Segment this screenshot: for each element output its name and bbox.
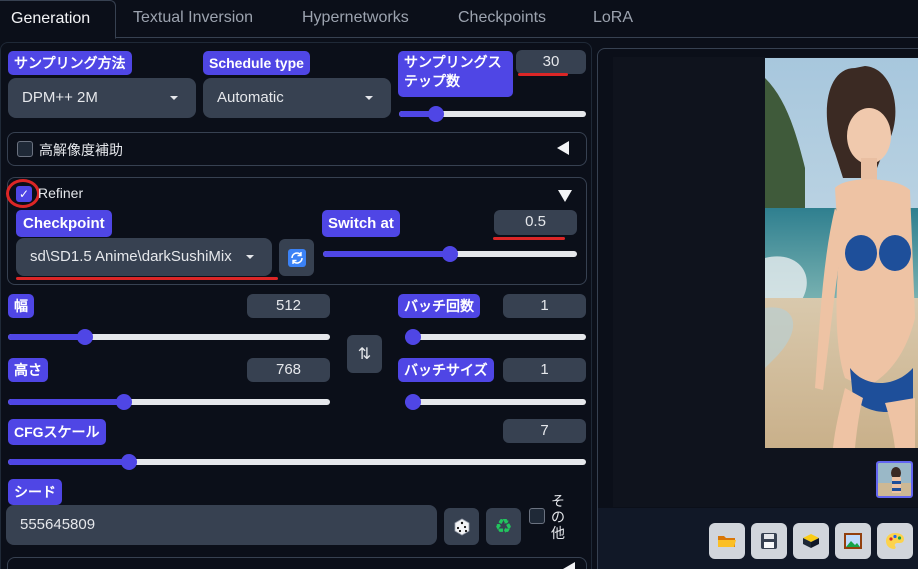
save-icon (761, 533, 777, 549)
palette-icon (886, 533, 904, 549)
collapse-left-icon[interactable] (563, 562, 575, 569)
swap-dimensions-button[interactable]: ⇅ (347, 335, 382, 373)
app-root: Generation Textual Inversion Hypernetwor… (0, 0, 918, 569)
height-label: 高さ (8, 358, 48, 382)
batch-count-slider[interactable] (405, 329, 586, 345)
checkpoint-value: sd\SD1.5 Anime\darkSushiMix (30, 248, 232, 265)
chevron-down-icon (170, 96, 178, 100)
annotation-underline (518, 73, 568, 76)
schedule-type-dropdown[interactable]: Automatic (203, 78, 391, 118)
batch-size-input[interactable]: 1 (503, 358, 586, 382)
switch-at-slider[interactable] (323, 246, 577, 262)
cfg-scale-input[interactable]: 7 (503, 419, 586, 443)
sampling-method-label: サンプリング方法 (8, 51, 132, 75)
annotation-circle (6, 179, 40, 208)
scripts-panel (7, 557, 587, 569)
cfg-scale-label: CFGスケール (8, 419, 106, 445)
refresh-icon (287, 248, 306, 267)
random-seed-button[interactable] (444, 508, 479, 545)
send-to-img2img-button[interactable] (835, 523, 871, 559)
seed-input[interactable]: 555645809 (6, 505, 437, 545)
open-folder-button[interactable] (709, 523, 745, 559)
send-to-inpaint-button[interactable] (877, 523, 913, 559)
hires-fix-checkbox[interactable] (17, 141, 33, 157)
swap-icon: ⇅ (357, 346, 372, 363)
recycle-icon: ♻ (494, 515, 513, 538)
folder-icon (718, 536, 736, 547)
batch-size-slider[interactable] (405, 394, 586, 410)
height-input[interactable]: 768 (247, 358, 330, 382)
thumbnail-picture (878, 463, 911, 496)
reuse-seed-button[interactable]: ♻ (486, 508, 521, 545)
width-label: 幅 (8, 294, 34, 318)
seed-value: 555645809 (20, 516, 96, 533)
batch-count-label: バッチ回数 (398, 294, 480, 318)
hires-fix-label: 高解像度補助 (39, 142, 123, 158)
tab-hypernetworks[interactable]: Hypernetworks (286, 0, 425, 38)
sampling-steps-label: サンプリングステップ数 (398, 51, 513, 97)
extra-seed-label: その他 (551, 493, 565, 541)
collapse-down-icon[interactable] (558, 190, 572, 202)
chevron-down-icon (246, 255, 254, 259)
tab-textual-inversion[interactable]: Textual Inversion (117, 0, 269, 38)
save-button[interactable] (751, 523, 787, 559)
batch-size-label: バッチサイズ (398, 358, 494, 382)
refresh-button[interactable] (279, 239, 314, 276)
zip-icon (803, 534, 819, 548)
refiner-label: Refiner (38, 185, 84, 201)
sampling-method-dropdown[interactable]: DPM++ 2M (8, 78, 196, 118)
checkpoint-dropdown[interactable]: sd\SD1.5 Anime\darkSushiMix (16, 238, 272, 276)
checkpoint-label: Checkpoint (16, 210, 112, 237)
dice-icon (454, 518, 469, 535)
image-icon (844, 533, 862, 549)
seed-label: シード (8, 479, 62, 505)
thumbnail[interactable] (876, 461, 913, 498)
sampling-steps-input[interactable]: 30 (516, 50, 586, 74)
extra-seed-checkbox[interactable] (529, 508, 545, 524)
generated-image-picture (765, 58, 918, 448)
zip-button[interactable] (793, 523, 829, 559)
tab-bar: Generation Textual Inversion Hypernetwor… (0, 0, 918, 39)
tab-checkpoints[interactable]: Checkpoints (442, 0, 562, 38)
tab-lora[interactable]: LoRA (577, 0, 649, 38)
schedule-type-value: Automatic (217, 89, 284, 106)
sampling-steps-slider[interactable] (399, 106, 586, 122)
chevron-down-icon (365, 96, 373, 100)
tab-generation[interactable]: Generation (0, 0, 116, 39)
height-slider[interactable] (8, 394, 330, 410)
switch-at-input[interactable]: 0.5 (494, 210, 577, 235)
collapse-left-icon[interactable] (557, 141, 569, 155)
annotation-underline (493, 237, 565, 240)
generated-image[interactable] (765, 58, 918, 448)
cfg-scale-slider[interactable] (8, 454, 586, 470)
sampling-method-value: DPM++ 2M (22, 89, 98, 106)
width-input[interactable]: 512 (247, 294, 330, 318)
switch-at-label: Switch at (322, 210, 400, 237)
annotation-underline (16, 277, 278, 280)
width-slider[interactable] (8, 329, 330, 345)
schedule-type-label: Schedule type (203, 51, 310, 75)
batch-count-input[interactable]: 1 (503, 294, 586, 318)
